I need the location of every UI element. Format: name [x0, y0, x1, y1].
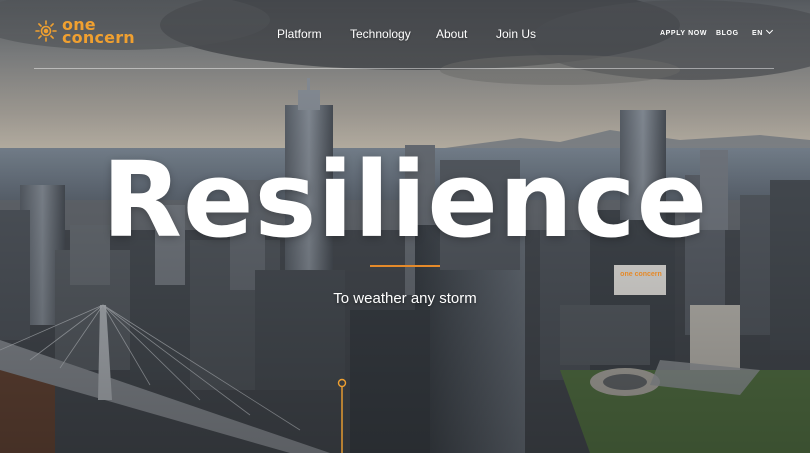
- nav-item-join-us[interactable]: Join Us: [496, 27, 536, 41]
- hero-subtitle: To weather any storm: [333, 290, 477, 307]
- blog-link[interactable]: BLOG: [716, 30, 739, 37]
- nav-item-technology[interactable]: Technology: [350, 27, 411, 41]
- header-divider: [34, 68, 774, 69]
- billboard-line1: one: [620, 271, 633, 278]
- hero-title: Resilience: [101, 139, 709, 261]
- hero-accent-line: [370, 265, 440, 267]
- language-label: EN: [752, 30, 763, 37]
- apply-now-link[interactable]: APPLY NOW: [660, 30, 707, 37]
- billboard-line2: concern: [634, 271, 662, 278]
- site-header: one concern Platform Technology About Jo…: [0, 0, 810, 70]
- nav-item-platform[interactable]: Platform: [277, 27, 322, 41]
- language-selector[interactable]: EN: [752, 26, 773, 37]
- nav-item-about[interactable]: About: [436, 27, 467, 41]
- scroll-indicator-icon[interactable]: [337, 378, 347, 453]
- building-billboard-logo: one concern: [617, 271, 665, 278]
